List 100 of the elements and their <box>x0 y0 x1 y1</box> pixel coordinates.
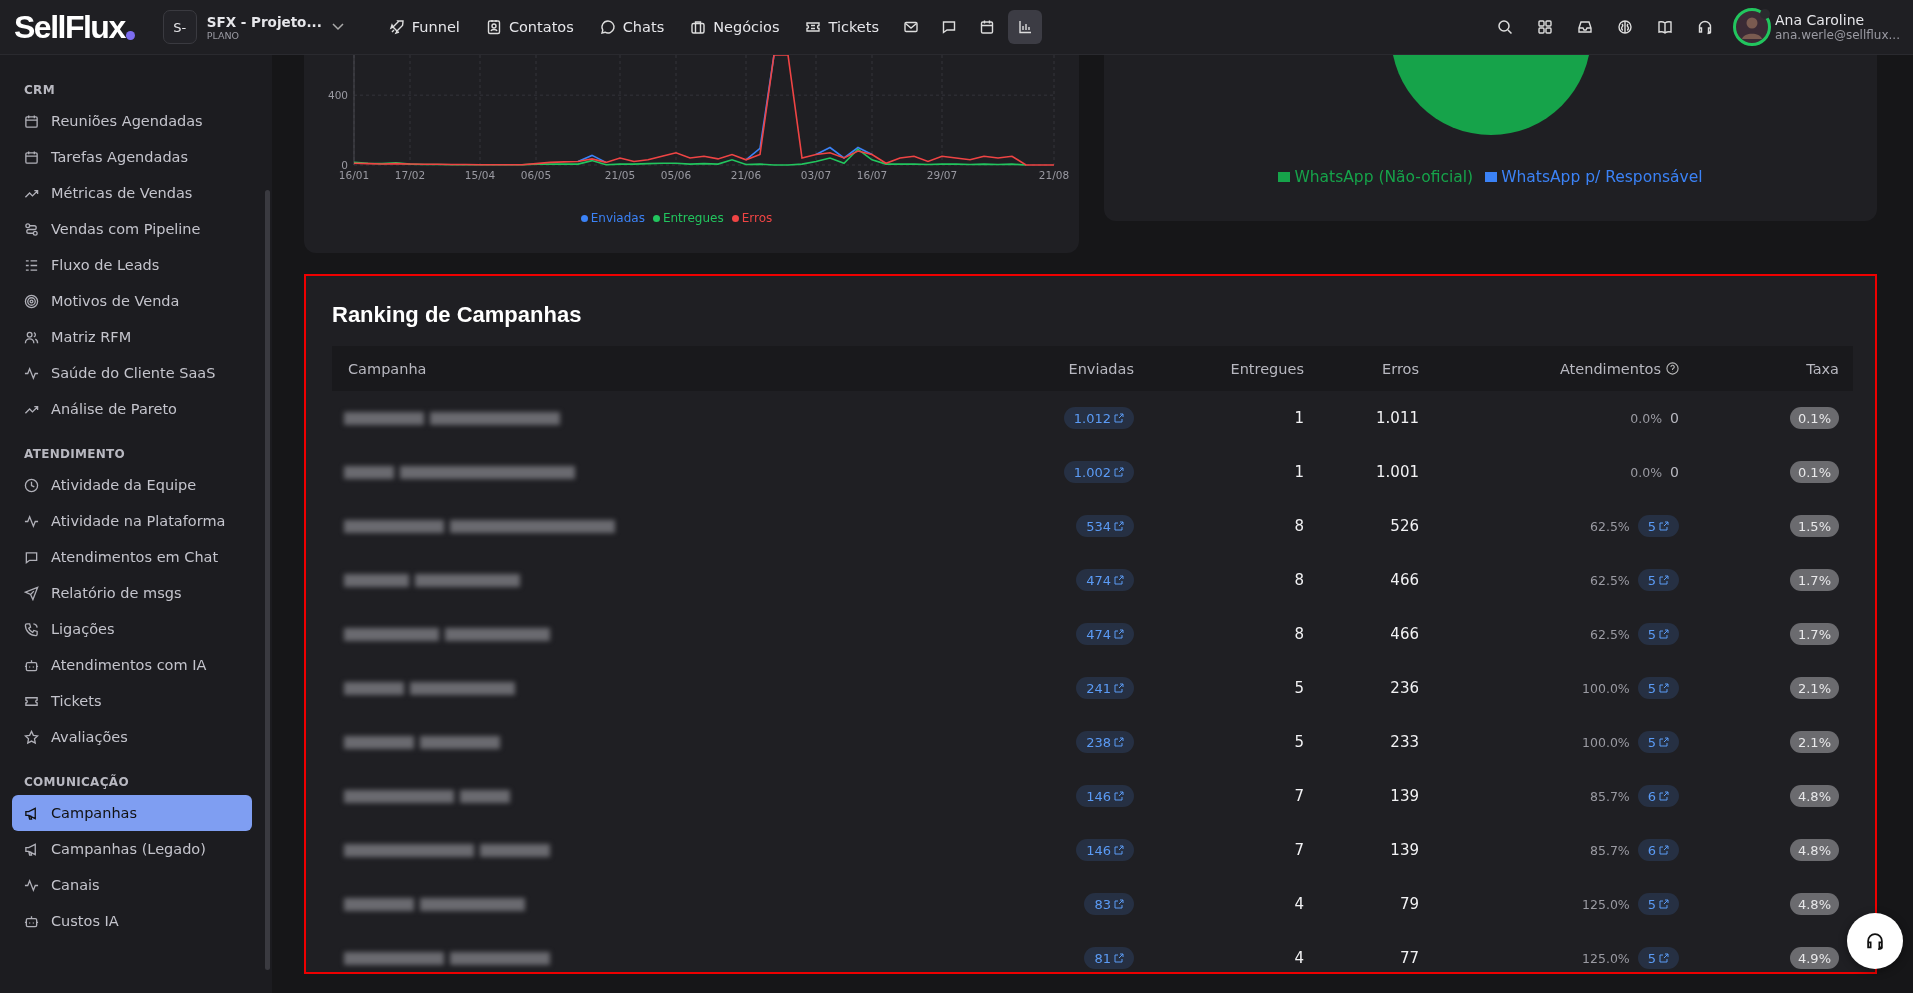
sidebar-item[interactable]: Ligações <box>12 611 252 647</box>
sidebar-item[interactable]: Métricas de Vendas <box>12 175 252 211</box>
count-link[interactable]: 81 <box>1084 947 1134 969</box>
external-link-icon <box>1114 575 1124 585</box>
count-link[interactable]: 6 <box>1637 785 1679 807</box>
column-header: Entregues <box>1229 360 1304 377</box>
count-link[interactable]: 6 <box>1637 839 1679 861</box>
count-link[interactable]: 5 <box>1637 515 1679 537</box>
table-cell-text: 1.011 <box>1375 409 1419 427</box>
sidebar-item[interactable]: Motivos de Venda <box>12 283 252 319</box>
support-button[interactable] <box>1847 913 1903 969</box>
table-cell-text: 466 <box>1389 571 1419 589</box>
count-link[interactable]: 5 <box>1637 677 1679 699</box>
sidebar-item[interactable]: Atendimentos em Chat <box>12 539 252 575</box>
workspace-selector[interactable]: S- SFX - Projeto... PLANO <box>162 10 344 44</box>
sidebar-item[interactable]: Tarefas Agendadas <box>12 139 252 175</box>
grid-icon[interactable] <box>1537 19 1553 35</box>
brain-icon[interactable] <box>1617 19 1633 35</box>
sidebar-item[interactable]: Campanhas (Legado) <box>12 831 252 867</box>
inbox-icon[interactable] <box>1577 19 1593 35</box>
headset-icon <box>1865 931 1885 951</box>
table-cell-text: 233 <box>1389 733 1419 751</box>
sidebar-item[interactable]: Canais <box>12 867 252 903</box>
external-link-icon <box>1114 791 1124 801</box>
book-icon[interactable] <box>1657 19 1673 35</box>
count-link[interactable]: 1.012 <box>1063 407 1134 429</box>
legend-item[interactable]: Erros <box>731 211 773 225</box>
count-link[interactable]: 5 <box>1637 623 1679 645</box>
target-icon <box>24 293 39 309</box>
external-link-icon <box>1659 791 1669 801</box>
sidebar-item[interactable]: Campanhas <box>12 795 252 831</box>
sidebar-item[interactable]: Vendas com Pipeline <box>12 211 252 247</box>
bar-chart-icon[interactable] <box>1007 10 1042 44</box>
nav-link[interactable]: Chats <box>588 13 676 41</box>
section-title: ATENDIMENTO <box>23 447 127 461</box>
sidebar-item[interactable]: Fluxo de Leads <box>12 247 252 283</box>
column-header: Enviadas <box>1067 360 1134 377</box>
sidebar-item[interactable]: Avaliações <box>12 719 252 755</box>
percent-text: 125.0% <box>1582 896 1630 912</box>
sidebar-item[interactable]: Análise de Pareto <box>12 391 252 427</box>
count-link[interactable]: 83 <box>1084 893 1134 915</box>
rate-badge: 0.1% <box>1789 407 1839 429</box>
count-link[interactable]: 534 <box>1076 515 1134 537</box>
megaphone-icon <box>24 805 39 821</box>
count-link[interactable]: 238 <box>1076 731 1134 753</box>
headset-icon[interactable] <box>1697 19 1713 35</box>
workspace-avatar: S- <box>162 10 197 44</box>
table-cell-text: 466 <box>1389 625 1419 643</box>
sidebar-item[interactable]: Saúde do Cliente SaaS <box>12 355 252 391</box>
chat-bubble-icon <box>24 549 39 565</box>
sidebar-item[interactable]: Atividade da Equipe <box>12 467 252 503</box>
avatar-icon[interactable] <box>1733 8 1771 46</box>
legend-item[interactable]: Enviadas <box>580 211 645 225</box>
percent-text: 100.0% <box>1582 734 1630 750</box>
nav-link[interactable]: Contatos <box>474 13 585 41</box>
table-cell-text: 5 <box>1293 733 1304 751</box>
sidebar-item[interactable]: Matriz RFM <box>12 319 252 355</box>
table-cell-text: 139 <box>1389 787 1419 805</box>
external-link-icon <box>1659 953 1669 963</box>
percent-text: 85.7% <box>1590 842 1630 858</box>
external-link-icon <box>1114 521 1124 531</box>
rate-badge: 2.1% <box>1789 677 1839 699</box>
count-link[interactable]: 146 <box>1076 839 1134 861</box>
sidebar-item[interactable]: Tickets <box>12 683 252 719</box>
count-link[interactable]: 241 <box>1076 677 1134 699</box>
count-link[interactable]: 5 <box>1637 731 1679 753</box>
count-link[interactable]: 146 <box>1076 785 1134 807</box>
table-cell-text: 8 <box>1293 625 1304 643</box>
external-link-icon <box>1114 683 1124 693</box>
sidebar-item[interactable]: Atendimentos com IA <box>12 647 252 683</box>
legend-item[interactable]: WhatsApp (Não-oficial) <box>1278 168 1474 186</box>
legend-item[interactable]: Entregues <box>652 211 724 225</box>
count-link[interactable]: 474 <box>1076 569 1134 591</box>
sidebar-item[interactable]: Atividade na Plataforma <box>12 503 252 539</box>
pulse-icon <box>24 365 39 381</box>
external-link-icon <box>1114 737 1124 747</box>
count-link[interactable]: 474 <box>1076 623 1134 645</box>
sidebar-item[interactable]: Relatório de msgs <box>12 575 252 611</box>
sidebar-item[interactable]: Reuniões Agendadas <box>12 103 252 139</box>
nav-link[interactable]: Negócios <box>679 13 791 41</box>
table-cell-text: 8 <box>1293 517 1304 535</box>
logo-text[interactable]: SellFlux <box>14 11 125 43</box>
nav-link[interactable]: Funnel <box>377 13 471 41</box>
rate-badge: 4.8% <box>1789 893 1839 915</box>
x-tick-label: 29/07 <box>926 169 958 181</box>
pipeline-icon <box>24 221 39 237</box>
rate-badge: 1.7% <box>1789 623 1839 645</box>
sidebar-item[interactable]: Custos IA <box>12 903 252 939</box>
count-link[interactable]: 5 <box>1637 569 1679 591</box>
count-link[interactable]: 5 <box>1637 947 1679 969</box>
search-icon[interactable] <box>1497 19 1513 35</box>
percent-text: 62.5% <box>1590 572 1630 588</box>
count-link[interactable]: 1.002 <box>1063 461 1134 483</box>
nav-link[interactable]: Tickets <box>794 13 890 41</box>
help-icon[interactable] <box>1666 362 1679 375</box>
y-tick-label: 0 <box>341 159 348 171</box>
count-link[interactable]: 5 <box>1637 893 1679 915</box>
rate-badge: 2.1% <box>1789 731 1839 753</box>
legend-item[interactable]: WhatsApp p/ Responsável <box>1485 168 1703 186</box>
table-cell-text: 526 <box>1389 517 1419 535</box>
